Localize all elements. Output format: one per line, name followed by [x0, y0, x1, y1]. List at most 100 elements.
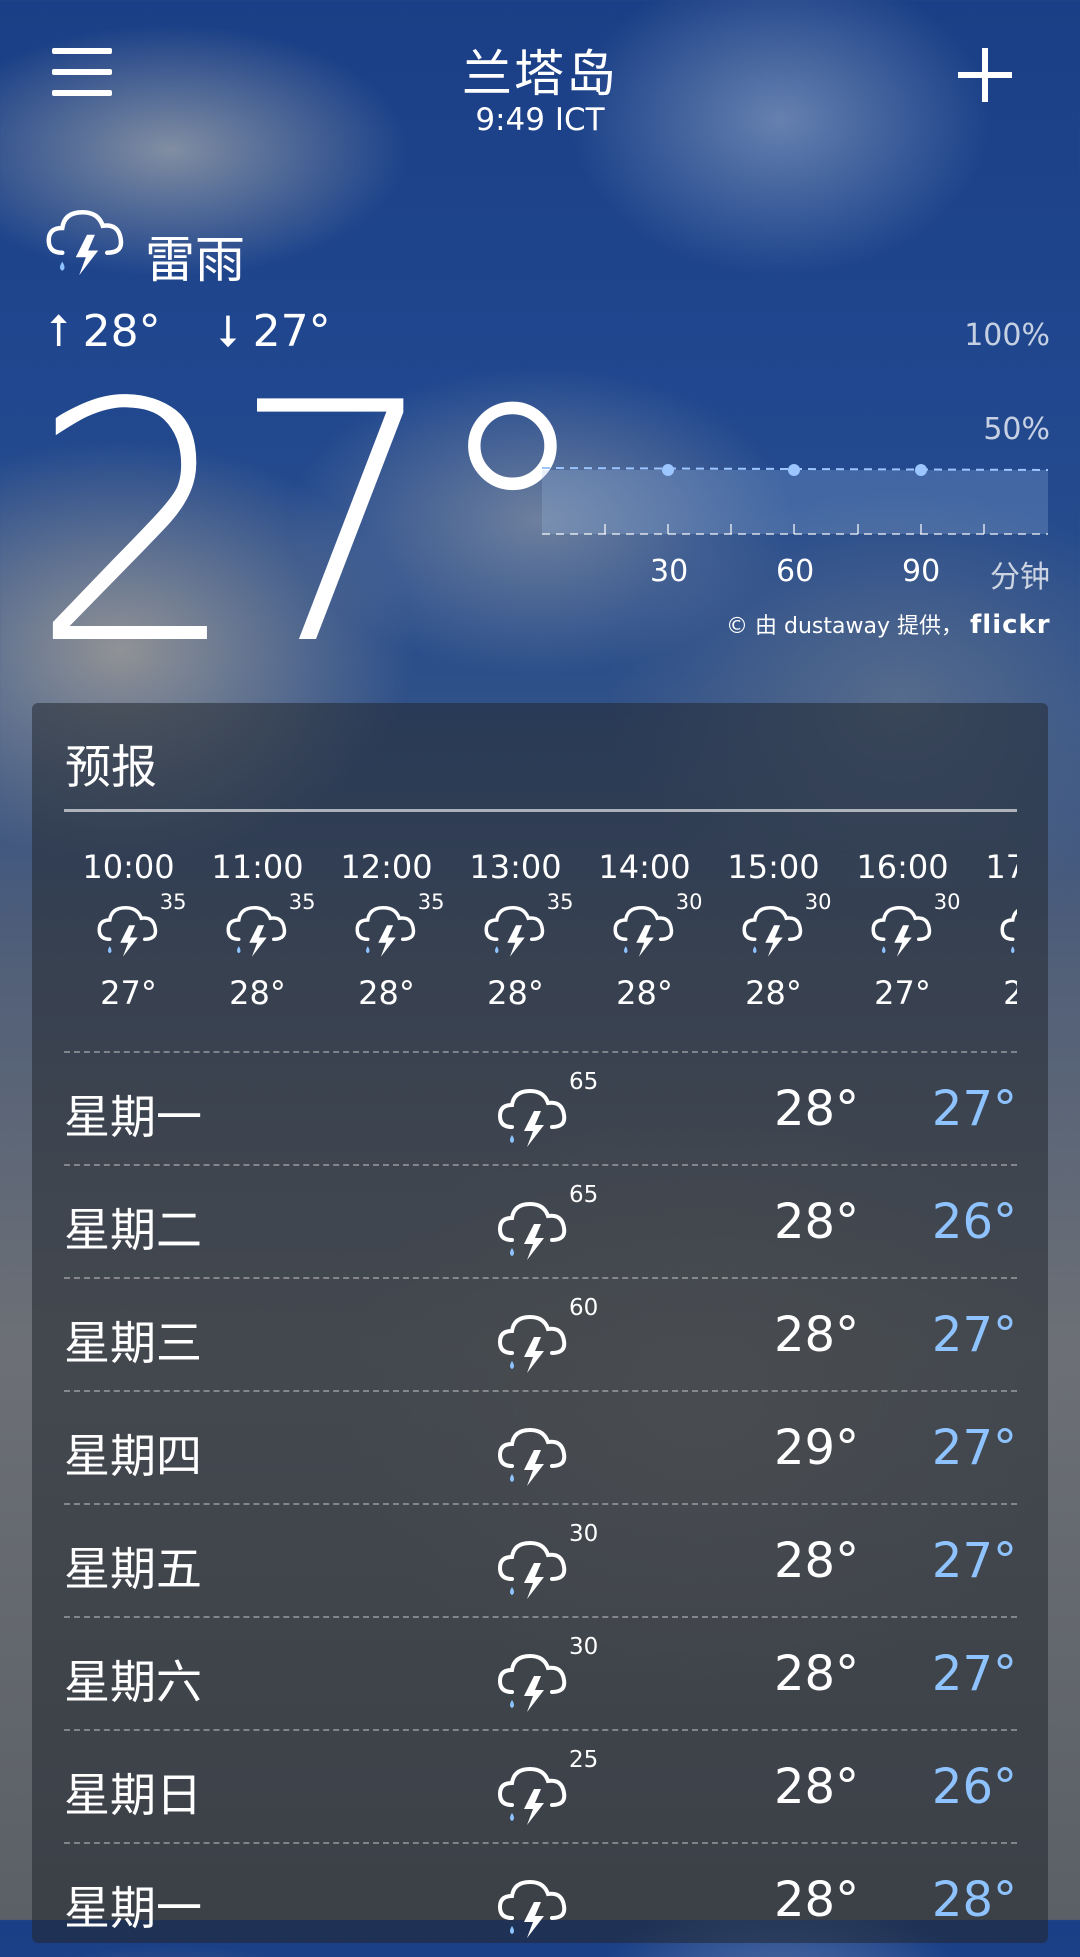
day-name: 星期一 [64, 1090, 202, 1144]
hour-temp: 27° [100, 974, 157, 1012]
thunderstorm-icon: 30 [734, 890, 832, 962]
thunderstorm-icon [42, 192, 132, 282]
copyright-icon: © [726, 614, 748, 639]
daily-row[interactable]: 星期四 29° 27° [64, 1390, 1017, 1505]
day-name: 星期四 [64, 1429, 202, 1483]
thunderstorm-icon: 35 [476, 890, 574, 962]
precip-point [915, 464, 927, 476]
hour-temp: 28° [745, 974, 802, 1012]
day-high: 28° [774, 1307, 860, 1363]
precip-tick-90: 90 [902, 554, 941, 589]
hourly-item: 11:00 35 28° [193, 828, 322, 1012]
hour-label: 17:00 [985, 848, 1017, 886]
daily-row[interactable]: 星期五 30 28° 27° [64, 1503, 1017, 1618]
day-low: 27° [931, 1646, 1017, 1702]
hourly-item: 16:00 30 27° [838, 828, 967, 1012]
thunderstorm-icon: 30 [605, 890, 703, 962]
daily-row[interactable]: 星期六 30 28° 27° [64, 1616, 1017, 1731]
flickr-logo: flickr [969, 610, 1051, 640]
hourly-forecast[interactable]: 10:00 35 27° 11:00 35 28° 12:00 35 28° 1… [64, 828, 1017, 1043]
hour-label: 15:00 [727, 848, 820, 886]
day-low: 27° [931, 1307, 1017, 1363]
thunderstorm-icon: 30 [863, 890, 961, 962]
condition-text: 雷雨 [145, 231, 245, 289]
precip-chance: 30 [804, 890, 832, 914]
precip-chance: 60 [569, 1295, 599, 1321]
daily-row[interactable]: 星期一 65 28° 27° [64, 1051, 1017, 1166]
divider [64, 809, 1017, 812]
hour-temp: 28° [229, 974, 286, 1012]
thunderstorm-icon [494, 1751, 574, 1831]
thunderstorm-icon [494, 1864, 574, 1944]
day-high: 29° [774, 1420, 860, 1476]
credit-text: 由 dustaway 提供， [755, 614, 963, 639]
day-name: 星期三 [64, 1316, 202, 1370]
hour-temp: 28° [487, 974, 544, 1012]
day-low: 26° [931, 1759, 1017, 1815]
precip-tick-60: 60 [776, 554, 815, 589]
day-name: 星期六 [64, 1655, 202, 1709]
day-high: 28° [774, 1533, 860, 1589]
thunderstorm-icon [494, 1525, 574, 1605]
day-name: 星期五 [64, 1542, 202, 1596]
precip-chance: 65 [569, 1182, 599, 1208]
precip-chance: 65 [569, 1069, 599, 1095]
hour-temp: 28° [358, 974, 415, 1012]
thunderstorm-icon: 35 [218, 890, 316, 962]
precip-chance: 35 [417, 890, 445, 914]
precipitation-chart: 100% 50% 30 60 90 分钟 [540, 318, 1050, 598]
city-name: 兰塔岛 [462, 45, 618, 103]
day-high: 28° [774, 1081, 860, 1137]
daily-row[interactable]: 星期二 65 28° 26° [64, 1164, 1017, 1279]
hour-label: 10:00 [82, 848, 175, 886]
hour-label: 11:00 [211, 848, 304, 886]
thunderstorm-icon: 35 [347, 890, 445, 962]
hourly-item: 15:00 30 28° [709, 828, 838, 1012]
precip-chance: 35 [159, 890, 187, 914]
forecast-title: 预报 [65, 740, 157, 794]
hourly-item: 12:00 35 28° [322, 828, 451, 1012]
add-icon[interactable] [950, 40, 1020, 110]
thunderstorm-icon [494, 1299, 574, 1379]
precip-tick-30: 30 [650, 554, 689, 589]
thunderstorm-icon [494, 1412, 574, 1492]
day-low: 27° [931, 1533, 1017, 1589]
hour-label: 13:00 [469, 848, 562, 886]
thunderstorm-icon [494, 1638, 574, 1718]
hour-temp: 27° [874, 974, 931, 1012]
precip-point [788, 464, 800, 476]
day-low: 27° [931, 1081, 1017, 1137]
thunderstorm-icon [494, 1186, 574, 1266]
hour-label: 12:00 [340, 848, 433, 886]
hourly-item: 10:00 35 27° [64, 828, 193, 1012]
day-low: 26° [931, 1194, 1017, 1250]
day-name: 星期二 [64, 1203, 202, 1257]
precip-chance: 30 [569, 1634, 599, 1660]
forecast-panel: 预报 10:00 35 27° 11:00 35 28° 12:00 35 28… [32, 703, 1048, 1943]
current-temperature: 27° [30, 333, 595, 717]
hour-label: 14:00 [598, 848, 691, 886]
precip-chance: 30 [933, 890, 961, 914]
local-time: 9:49 ICT [475, 102, 605, 138]
precip-chance: 30 [675, 890, 703, 914]
thunderstorm-icon [992, 892, 1017, 962]
precip-point [662, 464, 674, 476]
daily-row[interactable]: 星期三 60 28° 27° [64, 1277, 1017, 1392]
hour-temp: 27° [1003, 974, 1017, 1012]
precip-chance: 35 [288, 890, 316, 914]
hourly-item: 14:00 30 28° [580, 828, 709, 1012]
precip-unit: 分钟 [990, 560, 1050, 595]
day-low: 27° [931, 1420, 1017, 1476]
thunderstorm-icon [494, 1073, 574, 1153]
top-bar: 兰塔岛 9:49 ICT [0, 0, 1080, 150]
photo-credit[interactable]: © 由 dustaway 提供， flickr [726, 608, 1051, 640]
day-high: 28° [774, 1194, 860, 1250]
daily-row[interactable]: 星期一 28° 28° [64, 1842, 1017, 1957]
precip-chance: 35 [546, 890, 574, 914]
day-name: 星期日 [64, 1768, 202, 1822]
day-name: 星期一 [64, 1881, 202, 1935]
day-high: 28° [774, 1646, 860, 1702]
thunderstorm-icon: 35 [89, 890, 187, 962]
precip-chance: 30 [569, 1521, 599, 1547]
daily-row[interactable]: 星期日 25 28° 26° [64, 1729, 1017, 1844]
